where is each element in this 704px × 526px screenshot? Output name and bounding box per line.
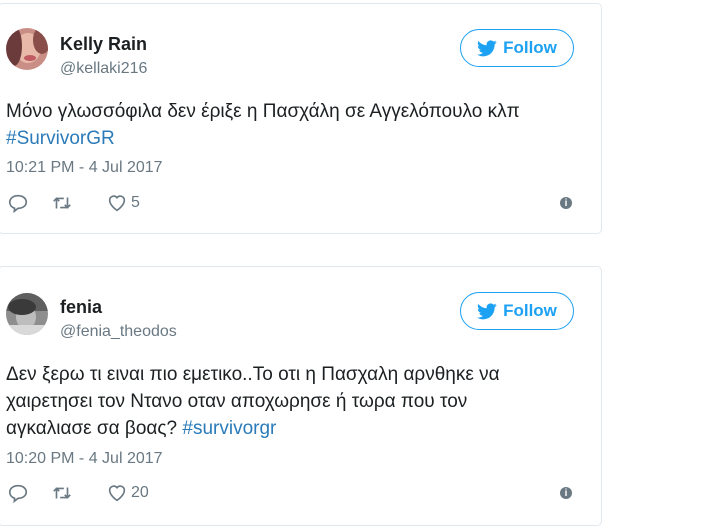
reply-button[interactable] xyxy=(7,482,29,504)
tweet-timestamp[interactable]: 10:20 PM - 4 Jul 2017 xyxy=(6,450,163,468)
author-name[interactable]: fenia xyxy=(60,297,102,318)
author-handle[interactable]: @fenia_theodos xyxy=(60,323,177,341)
follow-label: Follow xyxy=(503,301,557,320)
info-icon[interactable]: i xyxy=(560,197,572,209)
like-button[interactable]: 20 xyxy=(106,482,149,504)
retweet-button[interactable] xyxy=(51,192,73,214)
reply-button[interactable] xyxy=(7,192,29,214)
heart-icon xyxy=(108,195,126,212)
hashtag-link[interactable]: #survivorgr xyxy=(182,418,276,439)
author-handle[interactable]: @kellaki216 xyxy=(60,60,147,78)
tweet-card: fenia @fenia_theodos Follow Δεν ξερω τι … xyxy=(0,266,602,526)
tweet-timestamp[interactable]: 10:21 PM - 4 Jul 2017 xyxy=(6,159,163,177)
follow-button[interactable]: Follow xyxy=(460,29,574,67)
avatar[interactable] xyxy=(6,293,48,335)
retweet-icon xyxy=(53,197,71,209)
author-name[interactable]: Kelly Rain xyxy=(60,34,147,55)
avatar[interactable] xyxy=(6,28,48,70)
twitter-bird-icon xyxy=(477,302,497,319)
reply-icon xyxy=(8,484,28,504)
twitter-bird-icon xyxy=(477,39,497,56)
like-count: 20 xyxy=(131,484,149,501)
tweet-card: Kelly Rain @kellaki216 Follow Μόνο γλωσσ… xyxy=(0,3,602,234)
like-count: 5 xyxy=(131,194,140,211)
follow-label: Follow xyxy=(503,38,557,57)
tweet-text: Δεν ξερω τι ειναι πιο εμετικο..Το οτι η … xyxy=(6,361,536,442)
reply-icon xyxy=(8,194,28,214)
info-icon[interactable]: i xyxy=(560,487,572,499)
like-button[interactable]: 5 xyxy=(106,192,140,214)
hashtag-link[interactable]: #SurvivorGR xyxy=(6,128,115,149)
heart-icon xyxy=(108,485,126,502)
tweet-body: Μόνο γλωσσόφιλα δεν έριξε η Πασχάλη σε Α… xyxy=(6,101,520,122)
follow-button[interactable]: Follow xyxy=(460,292,574,330)
retweet-icon xyxy=(53,487,71,499)
retweet-button[interactable] xyxy=(51,482,73,504)
tweet-text: Μόνο γλωσσόφιλα δεν έριξε η Πασχάλη σε Α… xyxy=(6,98,586,152)
